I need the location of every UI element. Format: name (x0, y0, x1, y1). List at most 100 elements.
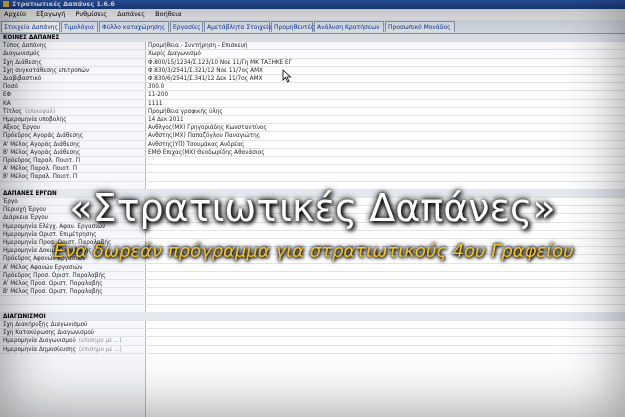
property-row[interactable]: Β' Μέλος Προσ. Οριστ. Παραλαβής (0, 288, 625, 297)
property-label: Σχη Κατακύρωσης Διαγωνισμού (3, 329, 143, 337)
property-value[interactable]: 1111 (148, 100, 618, 108)
property-label-text: ΚΑ (3, 100, 11, 107)
property-row[interactable]: Πρόεδρος Προσ. Οριστ. Παραλαβής (0, 272, 625, 280)
menu-file[interactable]: Αρχείο (4, 10, 26, 18)
menu-export[interactable]: Εξαγωγή (36, 10, 65, 18)
menu-help[interactable]: Βοήθεια (155, 10, 182, 18)
property-row[interactable]: Α' Μέλος Παραλ. Ποιοτ. Π (0, 165, 625, 174)
property-label-text: Πρόεδρος Προσ. Οριστ. Παραλαβής (3, 272, 106, 279)
property-row[interactable]: Αξκος Έργου Ανθλγος(ΜΧ) Γρηγοριάδης Κωνστ… (0, 124, 625, 133)
property-row[interactable]: Ημερομηνία Δημοσίευσης (επισημο με ...) (0, 346, 625, 354)
property-label: Πρόεδρος Αγοράς Διάθεσης (3, 132, 143, 140)
menu-settings[interactable]: Ρυθμίσεις (75, 10, 107, 18)
property-label: Α' Μέλος Αφανών Εργασιών (3, 264, 143, 272)
property-row[interactable]: Ημερομηνία Οριστ. Επιμέτρησης (0, 231, 625, 239)
property-label: Τύπος Δαπάνης (3, 42, 143, 50)
property-row[interactable]: Ημερομηνία υποβολής 14 Δεκ 2011 (0, 116, 625, 125)
property-label: Σχη Διάθεσης (3, 59, 143, 67)
property-value[interactable]: Ανθλγος(ΜΧ) Γρηγοριάδης Κωνσταντίνος (148, 124, 618, 132)
property-row[interactable]: Α' Μέλος Αγοράς Διάθεσης Ανθστης(ΥΠ) Τσου… (0, 141, 625, 149)
property-label: Διαγωνισμός (3, 50, 143, 58)
property-value[interactable]: Ανθστης(ΥΠ) Τσουμάκας Ανδρέας (148, 141, 618, 149)
app-icon (3, 1, 9, 7)
property-row[interactable]: ΕΦ 11-200 (0, 91, 625, 100)
property-label-text: Τύπος Δαπάνης (3, 43, 47, 50)
section-header-row: ΔΙΑΓΩΝΙΣΜΟΙ (0, 312, 625, 321)
property-row[interactable]: Σχη Διακήρυξης Διαγωνισμού (0, 321, 625, 330)
property-value[interactable]: Προμήθεια - Συντήρηση - Επισκευή (148, 42, 618, 50)
property-label-text: Ημερομηνία υποβολής (3, 117, 67, 123)
window-title: Στρατιωτικές Δαπάνες 1.6.6 (12, 0, 115, 8)
property-hint: (επισημο με ...) (78, 338, 122, 345)
property-label-text: ΕΦ (3, 92, 12, 99)
property-label: Α' Μέλος Παραλ. Ποιοτ. Π (3, 165, 143, 173)
property-row[interactable]: Διαγωνισμός Χωρίς Διαγωνισμό (0, 50, 625, 59)
property-value[interactable]: Φ.830/6/2541/Σ.341/12 Δεκ 11/7ος ΑΜΧ (148, 75, 618, 83)
property-label: Ποσό (3, 83, 143, 91)
property-row[interactable]: Σχη Διάθεσης Φ.800/15/1234/Σ.123/10 Νοε 1… (0, 59, 625, 67)
property-label: Ημερομηνία Δημοσίευσης (επισημο με ...) (3, 346, 143, 354)
property-label: Πρόεδρος Παραλ. Ποιοτ. Π (3, 157, 143, 165)
property-label-text: Β' Μέλος Προσ. Οριστ. Παραλαβής (3, 289, 103, 296)
property-label: Β' Μέλος Αγοράς Διάθεσης (3, 149, 143, 157)
property-label-text: Πρόεδρος Αγοράς Διάθεσης (3, 133, 84, 140)
property-row[interactable]: Τύπος Δαπάνης Προμήθεια - Συντήρηση - Επι… (0, 42, 625, 51)
property-row[interactable]: Διαβιβαστικό Φ.830/6/2541/Σ.341/12 Δεκ 11… (0, 75, 625, 84)
mouse-cursor-icon (282, 69, 292, 83)
property-hint: (επισημο με ...) (78, 346, 122, 353)
property-label: ΕΦ (3, 91, 143, 99)
property-label: Σχη συγκατάθεσης επιτροπών (3, 67, 143, 75)
property-row[interactable]: Α' Μέλος Προσ. Οριστ. Παραλαβής (0, 280, 625, 289)
tab-entry-sheet[interactable]: Φύλλο καταχώρησης (99, 21, 169, 32)
property-row[interactable]: Σχη Κατακύρωσης Διαγωνισμού (0, 329, 625, 338)
tab-unit-personnel[interactable]: Προσωπικό Μονάδος (385, 21, 455, 32)
property-value[interactable]: 300.0 (148, 83, 618, 91)
property-row[interactable]: ΚΑ 1111 (0, 100, 625, 108)
property-row[interactable]: Β' Μέλος Αγοράς Διάθεσης ΕΜΘ Επιχας(ΜΧ) Θ… (0, 149, 625, 157)
property-row[interactable]: Ποσό 300.0 (0, 83, 625, 92)
property-label: Ημερομηνία Διαγωνισμού (επισημο με ...) (3, 337, 143, 345)
property-label-text: Σχη συγκατάθεσης επιτροπών (3, 67, 90, 74)
property-row[interactable]: Τίτλος (επικεφαλ) Προμήθεια γραφικής ύλης (0, 108, 625, 116)
property-value[interactable]: 11-200 (148, 91, 618, 99)
property-label-text: Τίτλος (3, 108, 23, 115)
property-row[interactable]: Πρόεδρος Αγοράς Διάθεσης Ανθστης(ΜΧ) Παπα… (0, 132, 625, 141)
tab-suppliers[interactable]: Προμηθευτές (271, 21, 314, 32)
property-value[interactable]: Προμήθεια γραφικής ύλης (148, 108, 618, 116)
property-row[interactable]: Πρόεδρος Παραλ. Ποιοτ. Π (0, 157, 625, 166)
property-label: Αξκος Έργου (3, 124, 143, 132)
property-label-text: Ημερομηνία Διαγωνισμού (3, 338, 76, 345)
property-label-text: Αξκος Έργου (3, 125, 41, 132)
property-label: ΚΑ (3, 100, 143, 108)
property-label-text: Διαγωνισμός (3, 51, 40, 58)
tab-expense-details[interactable]: Στοιχεία Δαπάνης (1, 21, 60, 32)
property-row[interactable] (0, 305, 625, 313)
section-header-row: ΚΟΙΝΕΣ ΔΑΠΑΝΕΣ (0, 34, 625, 43)
property-value[interactable]: Φ.800/15/1234/Σ.123/10 Νοε 11/Γη ΜΚ ΤΑΞΗ… (148, 59, 618, 67)
property-row[interactable] (0, 296, 625, 305)
property-row[interactable]: Α' Μέλος Αφανών Εργασιών (0, 264, 625, 272)
property-label-text: Σχη Διάθεσης (3, 59, 42, 66)
property-label: Τίτλος (επικεφαλ) (3, 108, 143, 116)
title-bar: Στρατιωτικές Δαπάνες 1.6.6 (0, 0, 625, 9)
property-label-text: Α' Μέλος Αφανών Εργασιών (3, 264, 83, 271)
property-label-text: Ημερομηνία Δημοσίευσης (3, 346, 76, 353)
property-row[interactable]: Β' Μέλος Παραλ. Ποιοτ. Π (0, 173, 625, 182)
menu-expenses[interactable]: Δαπάνες (117, 10, 145, 18)
tab-works[interactable]: Εργασίες (170, 21, 203, 32)
property-value[interactable]: 14 Δεκ 2011 (148, 116, 618, 124)
tab-fixed-data[interactable]: Αμετάβλητα Στοιχεία (204, 21, 272, 32)
tab-deductions[interactable]: Ανάλυση Κρατήσεων (314, 21, 384, 32)
property-value[interactable]: Φ.830/3/2541/Σ.321/12 Νοε 11/7ος ΑΜΧ (148, 67, 618, 75)
property-label-text: Διαβιβαστικό (3, 76, 42, 82)
property-row[interactable]: Σχη συγκατάθεσης επιτροπών Φ.830/3/2541/Σ… (0, 67, 625, 75)
property-value[interactable]: Χωρίς Διαγωνισμό (148, 50, 618, 58)
property-row[interactable]: Ημερομηνία Διαγωνισμού (επισημο με ...) (0, 337, 625, 346)
property-value[interactable]: ΕΜΘ Επιχας(ΜΧ) Θεοδωρίδης Αθανάσιος (148, 149, 618, 157)
property-label-text: Πρόεδρος Παραλ. Ποιοτ. Π (3, 158, 81, 164)
property-label: Ημερομηνία υποβολής (3, 116, 143, 124)
property-value[interactable]: Ανθστης(ΜΧ) Παπαζόγλου Παναγιώτης (148, 132, 618, 140)
property-label-text: Σχη Διακήρυξης Διαγωνισμού (3, 322, 88, 328)
property-label: Α' Μέλος Αγοράς Διάθεσης (3, 141, 143, 149)
tab-invoices[interactable]: Τιμολόγια (61, 21, 98, 32)
